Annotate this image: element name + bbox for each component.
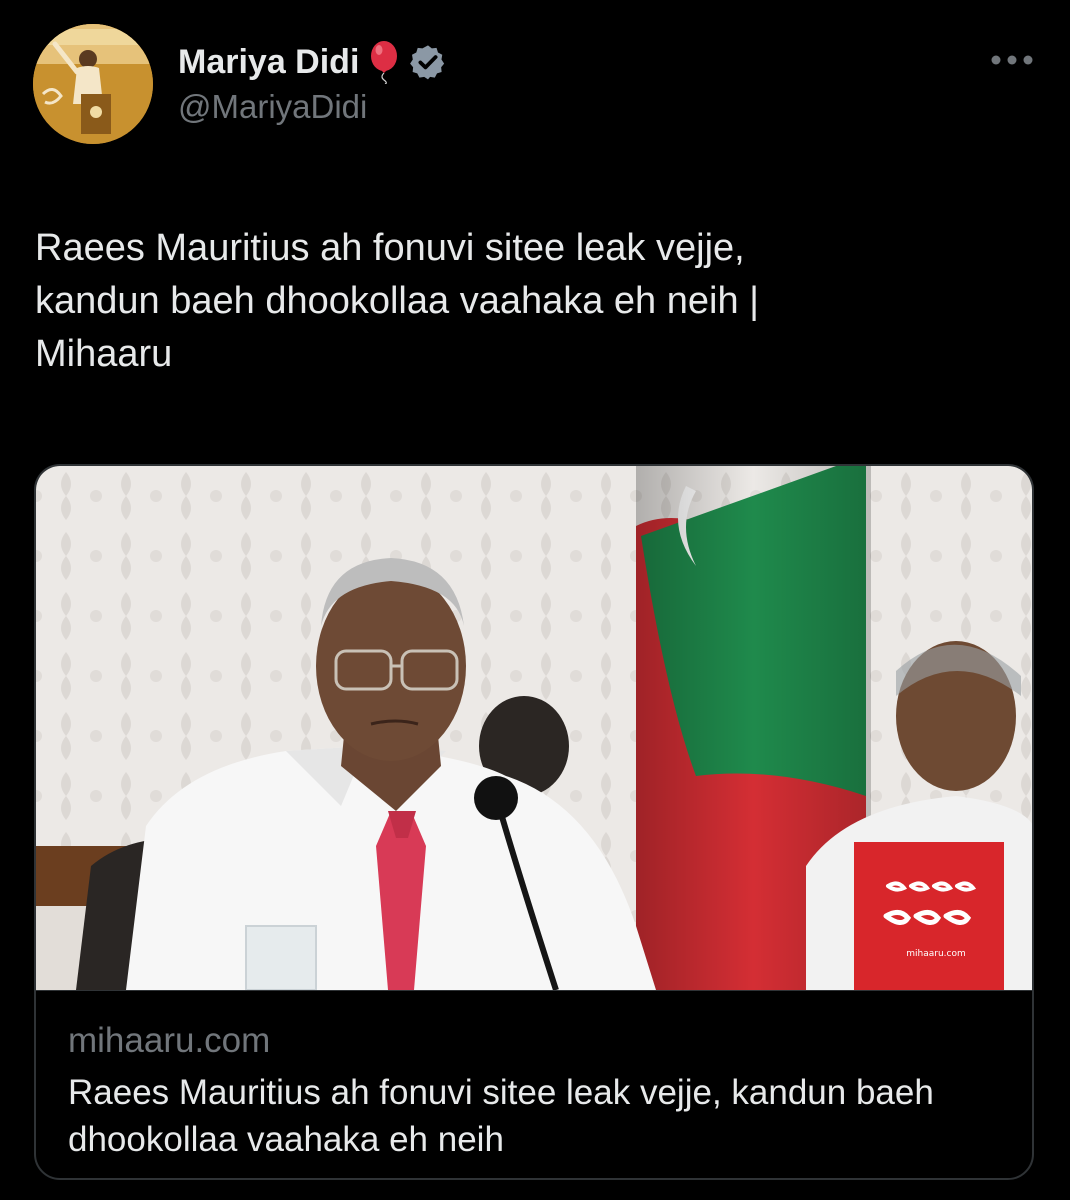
display-name[interactable]: Mariya Didi — [178, 43, 359, 82]
mihaaru-logo — [854, 842, 1004, 990]
avatar[interactable] — [33, 24, 153, 144]
link-card-footer[interactable]: mihaaru.com Raees Mauritius ah fonuvi si… — [36, 990, 1032, 1178]
link-card-domain[interactable]: mihaaru.com — [68, 1021, 270, 1061]
avatar-image — [33, 24, 153, 144]
balloon-icon — [371, 41, 398, 84]
link-card-image[interactable]: mihaaru.com — [36, 466, 1032, 990]
link-card[interactable]: mihaaru.com mihaaru.com Raees Mauritius … — [34, 464, 1034, 1180]
name-row[interactable]: Mariya Didi — [178, 38, 447, 86]
verified-badge-icon — [410, 45, 445, 80]
tweet-text: Raees Mauritius ah fonuvi sitee leak vej… — [35, 227, 760, 376]
more-options-icon[interactable] — [990, 54, 1034, 66]
tweet[interactable]: Mariya Didi @MariyaDidi Raees Mauritius … — [0, 0, 1070, 1200]
logo-caption: mihaaru.com — [906, 949, 966, 959]
news-photo: mihaaru.com — [36, 466, 1032, 990]
link-card-title[interactable]: Raees Mauritius ah fonuvi sitee leak vej… — [68, 1069, 998, 1164]
user-handle[interactable]: @MariyaDidi — [178, 88, 367, 126]
